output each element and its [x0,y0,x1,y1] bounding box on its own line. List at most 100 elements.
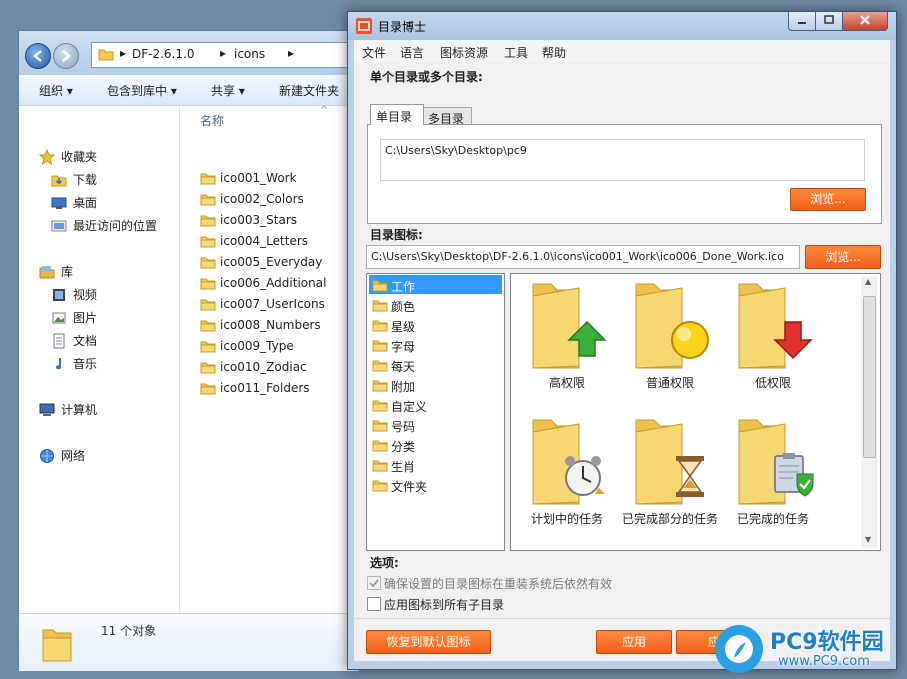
directory-input[interactable]: C:\Users\Sky\Desktop\pc9 [380,139,865,181]
window-title: 目录博士 [378,20,427,34]
pc9-logo-icon [715,625,763,673]
menu-tools[interactable]: 工具 [504,44,528,61]
folder-icon [372,440,388,452]
folder-icon [200,236,216,248]
icon-path-input[interactable]: C:\Users\Sky\Desktop\DF-2.6.1.0\icons\ic… [366,245,800,269]
file-row[interactable]: ico004_Letters [198,231,358,252]
tab-multi-dir[interactable]: 多目录 [422,107,472,126]
sort-chevron-icon: ^ [320,105,329,116]
icon-cell[interactable]: 已完成部分的任务 [618,414,722,544]
nav-music[interactable]: 音乐 [19,353,179,373]
apply-button[interactable]: 应用 [596,630,672,654]
nav-documents[interactable]: 文档 [19,330,179,350]
category-item[interactable]: 自定义 [369,395,502,414]
pictures-icon [52,312,66,324]
forward-button[interactable] [53,43,79,69]
menu-file[interactable]: 文件 [362,44,386,61]
folder-icon [200,257,216,269]
icon-cell[interactable]: 计划中的任务 [515,414,619,544]
icon-cell[interactable]: 已完成的任务 [721,414,825,544]
file-row[interactable]: ico007_UserIcons [198,294,358,315]
category-item[interactable]: 分类 [369,435,502,454]
file-row[interactable]: ico009_Type [198,336,358,357]
include-in-library-button[interactable]: 包含到库中 ▾ [107,82,177,99]
breadcrumb-item[interactable]: icons [234,47,265,61]
folder-icon [372,360,388,372]
nav-favorites[interactable]: 收藏夹 [19,146,179,166]
folder-icon [372,420,388,432]
file-row[interactable]: ico011_Folders [198,378,358,399]
category-item[interactable]: 文件夹 [369,475,502,494]
close-button[interactable] [842,12,888,31]
explorer-toolbar: 组织 ▾ 包含到库中 ▾ 共享 ▾ 新建文件夹 [19,75,359,106]
explorer-window: ▸ DF-2.6.1.0 ▸ icons ▸ 组织 ▾ 包含到库中 ▾ 共享 ▾… [18,30,360,671]
option1-checkbox[interactable] [367,576,381,590]
option1-label: 确保设置的目录图标在重装系统后依然有效 [384,577,613,591]
nav-computer[interactable]: 计算机 [19,399,179,419]
option2-checkbox[interactable] [367,597,381,611]
nav-videos[interactable]: 视频 [19,284,179,304]
footer-separator [354,618,890,619]
folder-icon [372,400,388,412]
scroll-up-icon[interactable]: ▲ [865,277,871,286]
column-header-name[interactable]: 名称 [200,112,224,129]
address-bar[interactable]: ▸ DF-2.6.1.0 ▸ icons ▸ [91,42,360,68]
breadcrumb-item[interactable]: DF-2.6.1.0 [132,47,194,61]
icon-cell[interactable]: 低权限 [721,278,825,408]
icon-grid-scrollbar[interactable]: ▲ ▼ [861,276,877,548]
category-item[interactable]: 颜色 [369,295,502,314]
scroll-thumb[interactable] [863,296,876,458]
menu-help[interactable]: 帮助 [542,44,566,61]
category-item[interactable]: 生肖 [369,455,502,474]
organize-button[interactable]: 组织 ▾ [39,82,73,99]
category-item[interactable]: 工作 [369,275,502,294]
file-row[interactable]: ico003_Stars [198,210,358,231]
folder-icon [200,299,216,311]
explorer-address-row: ▸ DF-2.6.1.0 ▸ icons ▸ [19,31,360,75]
menu-language[interactable]: 语言 [400,44,424,61]
category-list: 工作 颜色 星级 字母 每天 附加 自定义 号码 分类 生肖 文件夹 [366,273,505,551]
scroll-down-icon[interactable]: ▼ [865,535,871,544]
icon-cell[interactable]: 高权限 [515,278,619,408]
restore-default-button[interactable]: 恢复到默认图标 [366,630,491,654]
folder-icon [372,480,388,492]
file-row[interactable]: ico001_Work [198,168,358,189]
file-row[interactable]: ico005_Everyday [198,252,358,273]
category-item[interactable]: 星级 [369,315,502,334]
browse-icon-button[interactable]: 浏览... [805,245,881,269]
category-item[interactable]: 字母 [369,335,502,354]
folder-icon [200,173,216,185]
file-row[interactable]: ico006_Additional [198,273,358,294]
folder-icon [200,194,216,206]
category-item[interactable]: 号码 [369,415,502,434]
downloads-folder-icon [51,175,67,187]
file-row[interactable]: ico008_Numbers [198,315,358,336]
share-button[interactable]: 共享 ▾ [211,82,245,99]
maximize-button[interactable] [815,12,843,31]
file-row[interactable]: ico010_Zodiac [198,357,358,378]
nav-pictures[interactable]: 图片 [19,307,179,327]
nav-network[interactable]: 网络 [19,445,179,465]
back-button[interactable] [25,43,51,69]
dirs-label: 单个目录或多个目录: [370,70,483,84]
nav-libraries[interactable]: 库 [19,261,179,281]
close-icon [860,15,870,25]
menu-icon-resources[interactable]: 图标资源 [440,44,488,61]
file-row[interactable]: ico002_Colors [198,189,358,210]
computer-icon [39,403,55,416]
nav-desktop[interactable]: 桌面 [19,192,179,212]
title-bar[interactable]: 目录博士 [348,12,896,40]
new-folder-button[interactable]: 新建文件夹 [279,82,339,99]
category-item[interactable]: 每天 [369,355,502,374]
nav-downloads[interactable]: 下载 [19,169,179,189]
minimize-button[interactable] [788,12,816,31]
browse-dir-button[interactable]: 浏览... [790,188,866,211]
nav-recent-places[interactable]: 最近访问的位置 [19,215,179,235]
icon-cell[interactable]: 普通权限 [618,278,722,408]
category-item[interactable]: 附加 [369,375,502,394]
tab-single-dir[interactable]: 单目录 [370,104,424,125]
clipboard-check-folder-icon [738,419,814,505]
dialog-window: 目录博士 文件 语言 图标资源 工具 帮助 单个目录或多个目录: 单目录 多目录… [347,11,897,670]
tab-panel: C:\Users\Sky\Desktop\pc9 浏览... [367,124,882,224]
checkmark-icon [369,579,379,588]
